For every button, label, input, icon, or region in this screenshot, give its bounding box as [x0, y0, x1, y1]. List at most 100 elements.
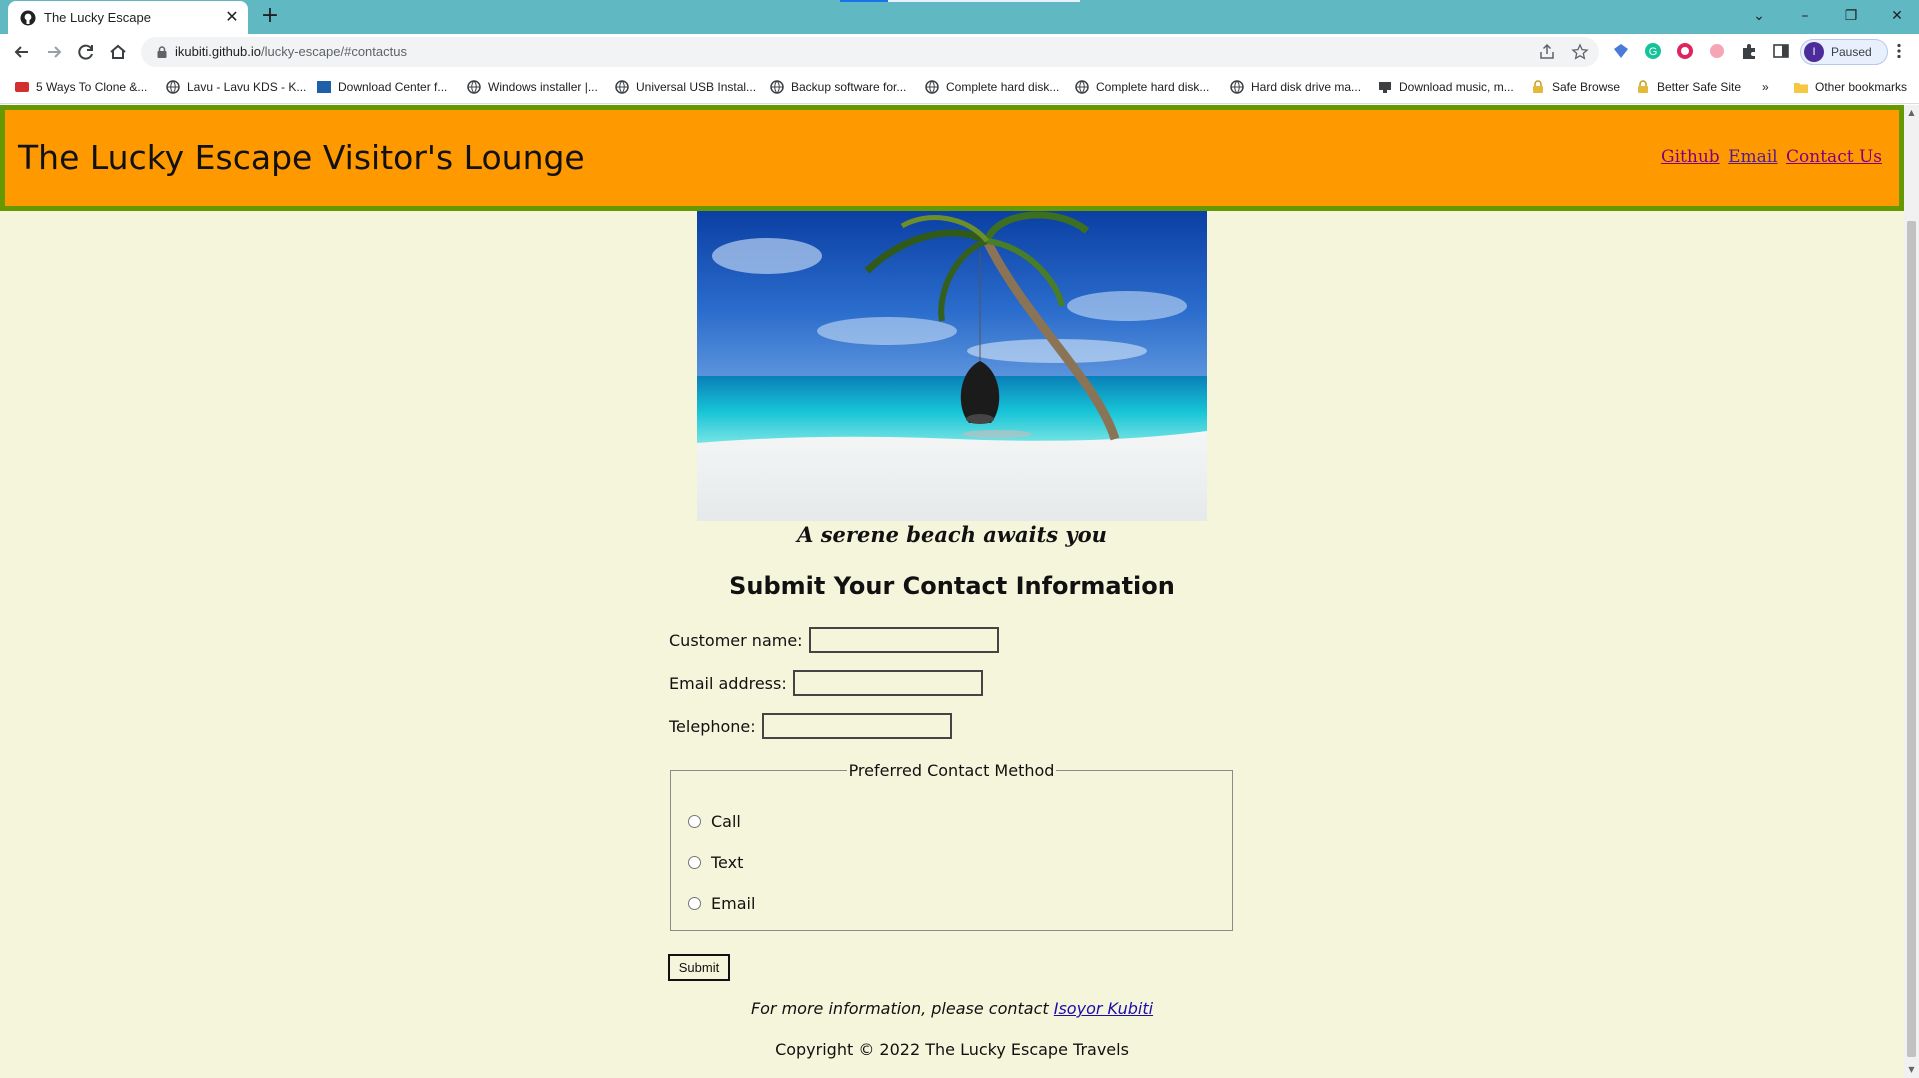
- globe-icon: [925, 80, 939, 94]
- minimize-icon[interactable]: –: [1782, 2, 1828, 30]
- profile-button[interactable]: I Paused: [1800, 39, 1888, 65]
- other-bookmarks-folder[interactable]: Other bookmarks: [1793, 78, 1907, 96]
- loading-track: [888, 0, 1080, 2]
- loading-indicator: [840, 0, 888, 2]
- contact-method-fieldset: Preferred Contact Method Call Text Email: [670, 761, 1233, 931]
- bookmark-item[interactable]: Hard disk drive ma...: [1229, 78, 1361, 96]
- telephone-label: Telephone:: [669, 716, 756, 736]
- hero-caption: A serene beach awaits you: [797, 522, 1107, 547]
- site-title: The Lucky Escape Visitor's Lounge: [18, 138, 585, 177]
- address-bar[interactable]: ikubiti.github.io/lucky-escape/#contactu…: [141, 37, 1599, 67]
- nav-github-link[interactable]: Github: [1661, 147, 1720, 167]
- url-path: /lucky-escape/#contactus: [261, 44, 407, 59]
- red-logo-icon: [15, 82, 29, 92]
- browser-chrome: The Lucky Escape ✕ + ⌄ – ❐ ✕ ikubiti.git…: [0, 0, 1919, 105]
- bookmark-item[interactable]: Lavu - Lavu KDS - K...: [165, 78, 306, 96]
- scroll-down-arrow-icon[interactable]: ▼: [1907, 1065, 1916, 1074]
- reload-icon[interactable]: [72, 38, 100, 66]
- radio-text-label: Text: [711, 852, 744, 872]
- github-favicon-icon: [20, 10, 36, 26]
- customer-name-input[interactable]: [808, 627, 999, 653]
- bookmark-item[interactable]: Complete hard disk...: [1074, 78, 1209, 96]
- submit-button[interactable]: Submit: [668, 954, 730, 981]
- lock-icon: [1638, 80, 1648, 93]
- telephone-row: Telephone:: [669, 712, 952, 740]
- bookmark-item[interactable]: Complete hard disk...: [924, 78, 1059, 96]
- home-icon[interactable]: [104, 38, 132, 66]
- email-input[interactable]: [792, 670, 983, 696]
- pink-extension-icon[interactable]: [1708, 42, 1726, 60]
- globe-icon: [770, 80, 784, 94]
- customer-name-row: Customer name:: [669, 626, 999, 654]
- bookmark-label: Safe Browse: [1552, 80, 1621, 94]
- page-scrollbar[interactable]: ▲ ▼: [1904, 105, 1919, 1078]
- tab-the-lucky-escape[interactable]: The Lucky Escape ✕: [8, 1, 248, 34]
- grammarly-icon[interactable]: G: [1644, 42, 1662, 60]
- site-header: The Lucky Escape Visitor's Lounge Github…: [0, 105, 1904, 211]
- bookmark-label: Lavu - Lavu KDS - K...: [187, 80, 307, 94]
- radio-text[interactable]: [688, 855, 701, 869]
- bookmark-star-icon[interactable]: [1571, 43, 1589, 61]
- close-window-icon[interactable]: ✕: [1874, 2, 1919, 30]
- globe-icon: [166, 80, 180, 94]
- other-bookmarks-label: Other bookmarks: [1815, 80, 1908, 94]
- globe-icon: [467, 80, 481, 94]
- bookmark-label: Hard disk drive ma...: [1251, 80, 1362, 94]
- svg-text:G: G: [1649, 46, 1658, 58]
- shield-extension-icon[interactable]: [1676, 42, 1694, 60]
- tab-title: The Lucky Escape: [44, 10, 151, 25]
- new-tab-button[interactable]: +: [258, 5, 282, 29]
- email-label: Email address:: [669, 673, 787, 693]
- back-icon[interactable]: [8, 38, 36, 66]
- bookmark-label: Complete hard disk...: [1096, 80, 1210, 94]
- forward-icon[interactable]: [40, 38, 68, 66]
- side-panel-icon[interactable]: [1772, 42, 1790, 60]
- bookmark-label: Windows installer |...: [488, 80, 598, 94]
- url-host: ikubiti.github.io: [175, 44, 261, 59]
- bookmark-item[interactable]: Better Safe Site: [1635, 78, 1741, 96]
- radio-call[interactable]: [688, 814, 701, 828]
- bookmark-item[interactable]: Download music, m...: [1377, 78, 1514, 96]
- more-info-prefix: For more information, please contact: [750, 999, 1054, 1018]
- extensions-puzzle-icon[interactable]: [1740, 42, 1758, 60]
- more-info-text: For more information, please contact Iso…: [0, 999, 1904, 1018]
- profile-status: Paused: [1831, 45, 1872, 59]
- bookmark-item[interactable]: Universal USB Instal...: [614, 78, 756, 96]
- scrollbar-thumb[interactable]: [1907, 221, 1916, 1057]
- bookmark-item[interactable]: Backup software for...: [769, 78, 906, 96]
- radio-option-text[interactable]: Text: [688, 851, 743, 873]
- menu-kebab-icon[interactable]: [1890, 42, 1908, 60]
- globe-icon: [615, 80, 629, 94]
- nav-contact-link[interactable]: Contact Us: [1786, 147, 1882, 167]
- hero-beach-image: [697, 211, 1207, 521]
- nav-email-link[interactable]: Email: [1728, 147, 1778, 167]
- url-text: ikubiti.github.io/lucky-escape/#contactu…: [175, 44, 407, 59]
- share-icon[interactable]: [1538, 43, 1556, 61]
- bookmark-item[interactable]: Windows installer |...: [466, 78, 598, 96]
- scroll-up-arrow-icon[interactable]: ▲: [1907, 108, 1916, 117]
- page-viewport: The Lucky Escape Visitor's Lounge Github…: [0, 105, 1919, 1078]
- tab-search-icon[interactable]: ⌄: [1736, 2, 1782, 30]
- bookmark-item[interactable]: Download Center f...: [316, 78, 447, 96]
- globe-icon: [1075, 80, 1089, 94]
- tab-close-icon[interactable]: ✕: [222, 7, 242, 27]
- avatar: I: [1804, 42, 1824, 62]
- telephone-input[interactable]: [761, 713, 952, 739]
- contact-person-link[interactable]: Isoyor Kubiti: [1054, 999, 1153, 1018]
- contact-method-legend: Preferred Contact Method: [848, 761, 1055, 780]
- radio-option-call[interactable]: Call: [688, 810, 741, 832]
- bookmark-label: Better Safe Site: [1657, 80, 1742, 94]
- bookmark-label: Complete hard disk...: [946, 80, 1060, 94]
- bookmark-item[interactable]: 5 Ways To Clone &...: [14, 78, 147, 96]
- bookmarks-bar: 5 Ways To Clone &... Lavu - Lavu KDS - K.…: [0, 70, 1919, 104]
- radio-email[interactable]: [688, 896, 701, 910]
- radio-option-email[interactable]: Email: [688, 892, 755, 914]
- extension-blue-icon[interactable]: [1612, 42, 1630, 60]
- browser-toolbar: ikubiti.github.io/lucky-escape/#contactu…: [0, 34, 1919, 70]
- bookmarks-overflow-button[interactable]: »: [1762, 78, 1769, 96]
- restore-icon[interactable]: ❐: [1828, 2, 1874, 30]
- copyright-text: Copyright © 2022 The Lucky Escape Travel…: [775, 1040, 1129, 1059]
- lock-icon: [1533, 80, 1543, 93]
- bookmark-item[interactable]: Safe Browse: [1530, 78, 1620, 96]
- tab-strip: The Lucky Escape ✕ + ⌄ – ❐ ✕: [0, 0, 1919, 34]
